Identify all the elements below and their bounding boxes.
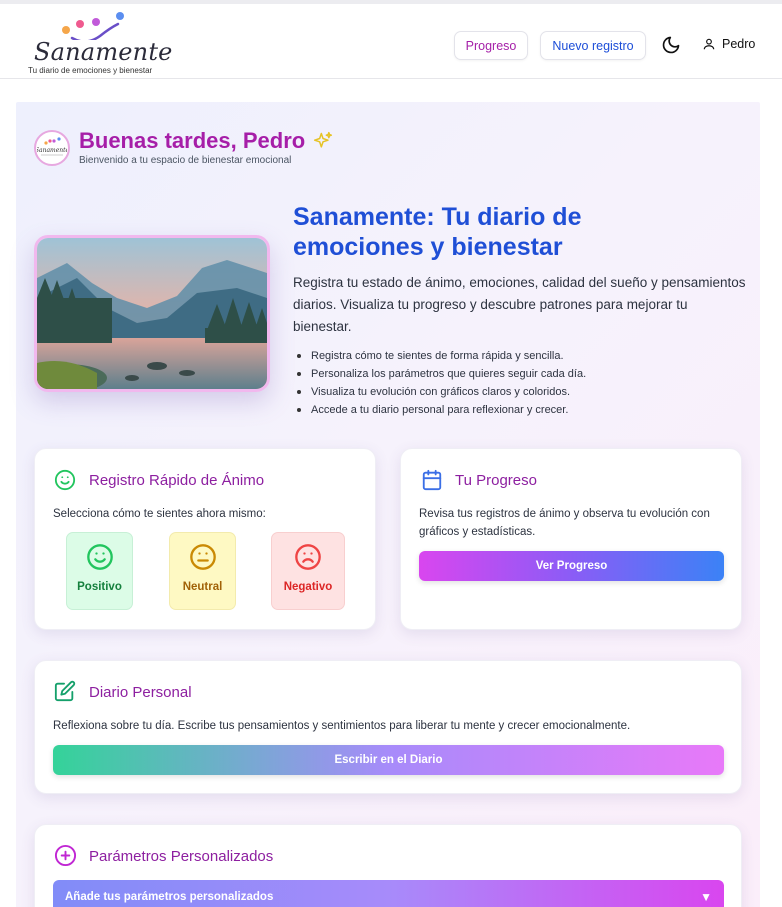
diary-title: Diario Personal — [89, 684, 192, 701]
brand-logo[interactable]: Sanamente Tu diario de emociones y biene… — [28, 8, 172, 76]
hero-title: Sanamente: Tu diario de emociones y bien… — [293, 203, 582, 261]
quick-mood-title: Registro Rápido de Ánimo — [89, 472, 265, 489]
smile-icon — [54, 469, 76, 491]
diary-text: Reflexiona sobre tu día. Escribe tus pen… — [53, 720, 631, 732]
avatar: Sanamente — [34, 130, 70, 166]
nav-progress-button[interactable]: Progreso — [454, 31, 528, 60]
mood-negative-label: Negativo — [283, 581, 333, 593]
progress-text: Revisa tus registros de ánimo y observa … — [419, 508, 710, 538]
hero-feature-list: Registra cómo te sientes de forma rápida… — [297, 347, 741, 419]
custom-params-title: Parámetros Personalizados — [89, 848, 274, 865]
custom-params-dropdown[interactable]: Añade tus parámetros personalizados ▼ — [53, 880, 724, 907]
frown-icon — [295, 544, 321, 570]
list-item: Accede a tu diario personal para reflexi… — [297, 401, 741, 419]
progress-card: Tu Progreso Revisa tus registros de ánim… — [400, 448, 742, 630]
quick-mood-card: Registro Rápido de Ánimo Selecciona cómo… — [34, 448, 376, 630]
mood-neutral-label: Neutral — [182, 581, 223, 593]
user-icon — [703, 38, 715, 50]
logo-dots-icon — [62, 12, 124, 40]
sparkles-icon — [314, 131, 333, 148]
hero-landscape-image — [34, 235, 270, 392]
view-progress-button[interactable]: Ver Progreso — [419, 551, 724, 581]
progress-title: Tu Progreso — [455, 472, 537, 489]
meh-icon — [189, 544, 216, 570]
avatar-logo-icon: Sanamente — [37, 137, 67, 156]
list-item: Registra cómo te sientes de forma rápida… — [297, 347, 741, 365]
nav-new-entry-button[interactable]: Nuevo registro — [540, 31, 646, 60]
calendar-icon — [422, 469, 442, 491]
greeting-title: Buenas tardes, Pedro — [79, 128, 333, 154]
custom-params-dropdown-label: Añade tus parámetros personalizados — [65, 891, 274, 903]
quick-mood-prompt: Selecciona cómo te sientes ahora mismo: — [53, 508, 266, 520]
list-item: Visualiza tu evolución con gráficos clar… — [297, 383, 741, 401]
moon-icon[interactable] — [661, 35, 681, 55]
mood-negative-button[interactable]: Negativo — [271, 532, 345, 610]
brand-tagline: Tu diario de emociones y bienestar — [28, 66, 153, 75]
smile-icon — [86, 544, 113, 570]
mood-positive-button[interactable]: Positivo — [66, 532, 133, 610]
custom-params-card: Parámetros Personalizados Añade tus pará… — [34, 824, 742, 907]
svg-text:Sanamente: Sanamente — [37, 147, 67, 154]
chevron-down-icon: ▼ — [700, 890, 712, 904]
mood-neutral-button[interactable]: Neutral — [169, 532, 236, 610]
diary-card: Diario Personal Reflexiona sobre tu día.… — [34, 660, 742, 794]
mood-positive-label: Positivo — [77, 581, 122, 593]
edit-icon — [54, 680, 76, 702]
top-navbar: Sanamente Tu diario de emociones y biene… — [0, 4, 782, 79]
greeting-title-text: Buenas tardes, Pedro — [79, 128, 306, 153]
plus-circle-icon — [54, 844, 77, 867]
greeting-subtitle: Bienvenido a tu espacio de bienestar emo… — [79, 155, 292, 166]
brand-name: Sanamente — [34, 38, 173, 66]
write-diary-button[interactable]: Escribir en el Diario — [53, 745, 724, 775]
list-item: Personaliza los parámetros que quieres s… — [297, 365, 741, 383]
hero-description: Registra tu estado de ánimo, emociones, … — [293, 275, 746, 334]
user-name: Pedro — [722, 37, 756, 51]
user-menu[interactable]: Pedro — [702, 37, 755, 51]
